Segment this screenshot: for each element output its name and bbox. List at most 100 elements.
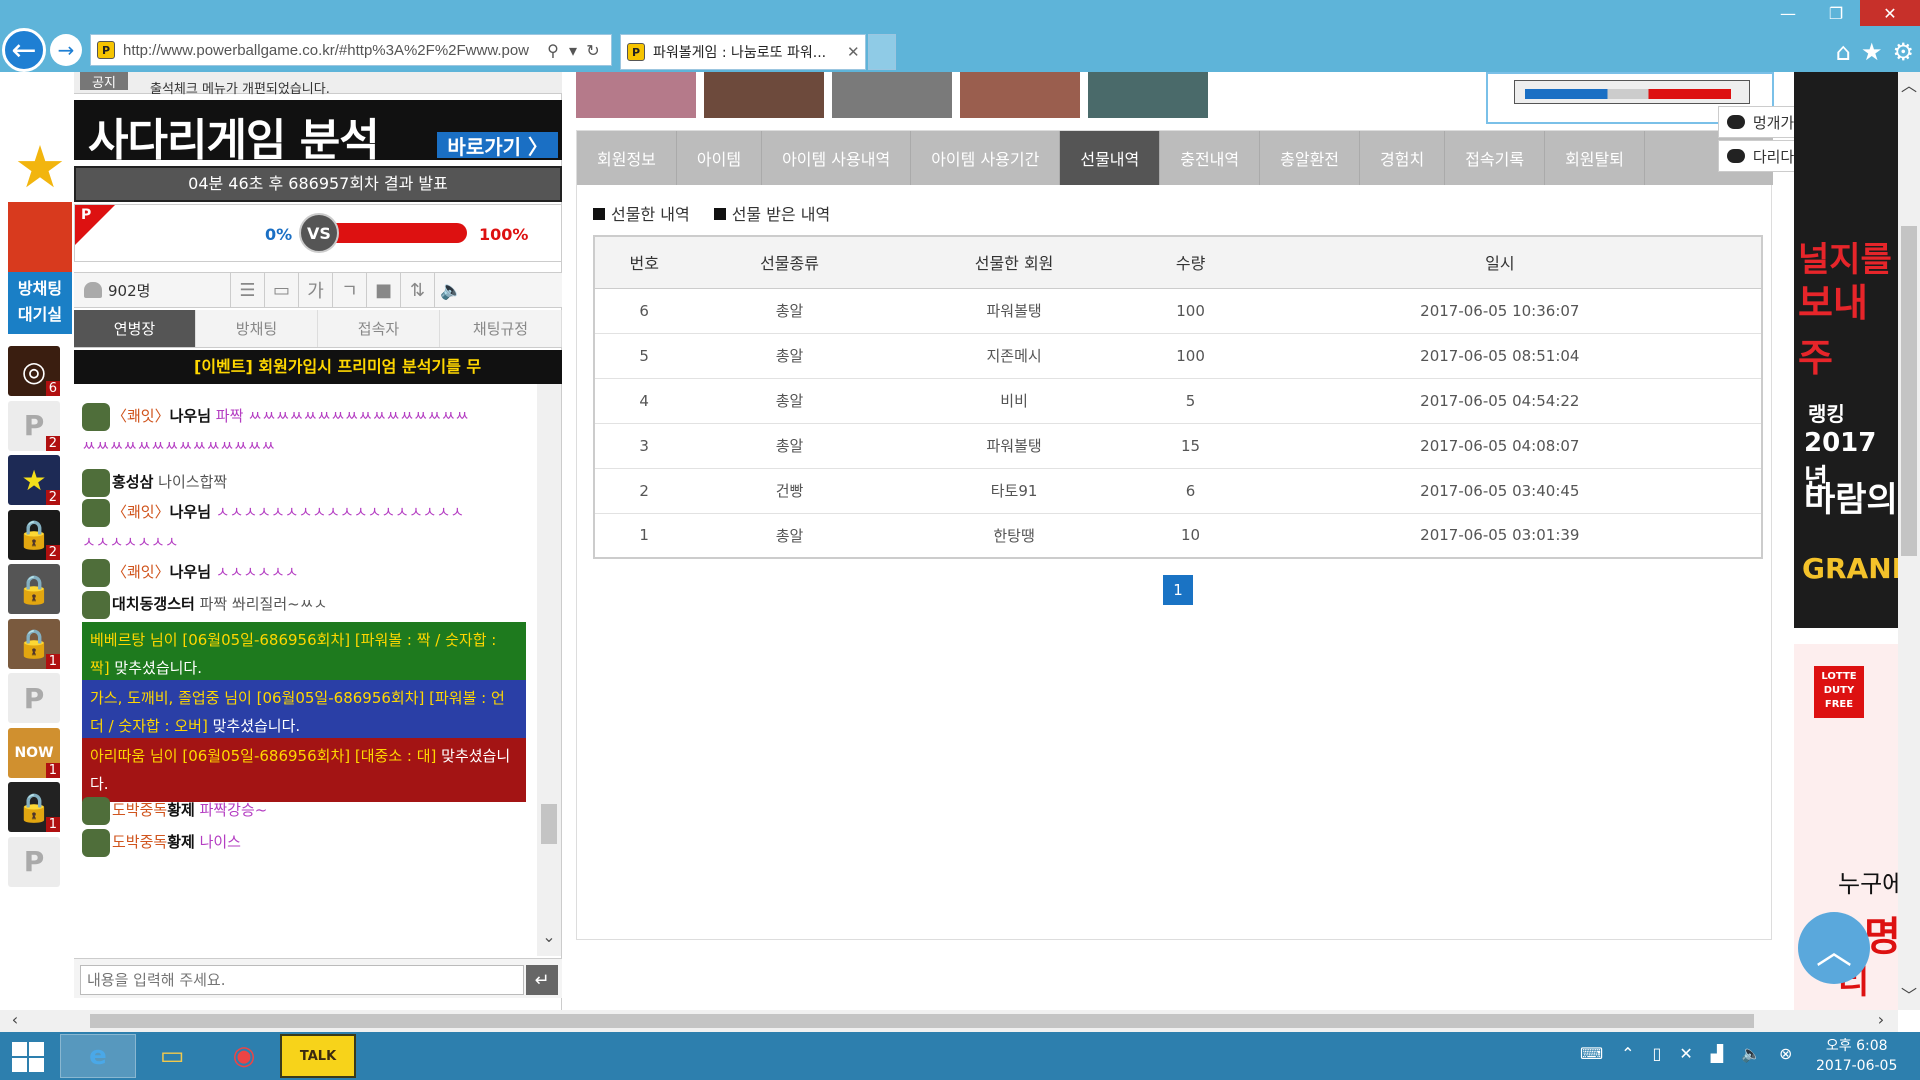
chat-nick-prefix[interactable]: 〈쾌잇〉: [112, 503, 170, 521]
chevron-down-icon[interactable]: ⌄: [537, 927, 561, 946]
font-small-icon[interactable]: ㄱ: [332, 273, 366, 307]
forward-button[interactable]: →: [50, 34, 82, 66]
browser-tab[interactable]: P 파워볼게임 : 나눔로또 파워... ✕: [620, 34, 866, 70]
page-vertical-scrollbar[interactable]: ︿ ﹀: [1898, 72, 1920, 1010]
page-scroll-thumb[interactable]: [1901, 226, 1917, 556]
network-error-icon[interactable]: ✕: [1679, 1044, 1692, 1063]
room-avatar[interactable]: ★ 2: [8, 455, 60, 505]
maximize-button[interactable]: ❐: [1812, 0, 1860, 26]
chat-username[interactable]: 황제: [167, 833, 195, 851]
h-scroll-thumb[interactable]: [90, 1014, 1754, 1028]
room-avatar[interactable]: 🔒 2: [8, 509, 60, 560]
chat-username[interactable]: 대치동갱스터: [112, 595, 195, 613]
member-tab-3[interactable]: 아이템 사용기간: [911, 131, 1061, 185]
star-banner[interactable]: ★: [8, 132, 72, 274]
url-text[interactable]: http://www.powerballgame.co.kr/#http%3A%…: [123, 42, 543, 59]
room-avatar[interactable]: P2: [8, 400, 60, 451]
chevron-left-icon[interactable]: ‹: [4, 1010, 26, 1029]
scroll-to-top-button[interactable]: ︿: [1798, 912, 1870, 984]
box-icon[interactable]: ■: [366, 273, 400, 307]
chat-scrollbar[interactable]: ⌄: [537, 384, 561, 956]
user-avatar-icon[interactable]: [82, 558, 110, 587]
user-avatar-icon[interactable]: [82, 828, 110, 857]
member-tab-9[interactable]: 회원탈퇴: [1545, 131, 1645, 185]
event-ticker[interactable]: [이벤트] 회원가입시 프리미엄 분석기를 무: [74, 350, 562, 384]
send-enter-icon[interactable]: ↵: [526, 965, 558, 995]
member-tab-4[interactable]: 선물내역: [1060, 131, 1161, 185]
gift-sent-link[interactable]: 선물한 내역: [593, 201, 690, 225]
room-avatar[interactable]: 🔒: [8, 564, 60, 614]
explorer-icon[interactable]: ▭: [134, 1034, 210, 1078]
minimize-button[interactable]: —: [1764, 0, 1812, 26]
address-bar[interactable]: P http://www.powerballgame.co.kr/#http%3…: [90, 34, 612, 66]
bangchat-wait-button[interactable]: 방채팅 대기실: [8, 272, 72, 334]
font-large-icon[interactable]: 가: [298, 273, 332, 307]
settings-gear-icon[interactable]: ⚙: [1892, 38, 1914, 66]
keyboard-icon[interactable]: ⌨: [1580, 1044, 1603, 1063]
room-avatar[interactable]: P: [8, 673, 60, 723]
chevron-down-icon[interactable]: ﹀: [1898, 982, 1920, 1006]
chat-username[interactable]: 홍성삼: [112, 473, 153, 491]
chat-username[interactable]: 나우님: [170, 563, 211, 581]
refresh-icon[interactable]: ↻: [583, 41, 603, 60]
notice-text[interactable]: 출석체크 메뉴가 개편되었습니다.: [150, 78, 330, 97]
member-tab-1[interactable]: 아이템: [677, 131, 763, 185]
tray-expand-icon[interactable]: ⌃: [1621, 1044, 1634, 1063]
member-tab-2[interactable]: 아이템 사용내역: [762, 131, 912, 185]
new-tab-button[interactable]: [868, 34, 896, 70]
room-avatar[interactable]: 🔒 1: [8, 782, 60, 832]
chrome-icon[interactable]: ◉: [206, 1034, 282, 1078]
member-tab-8[interactable]: 접속기록: [1445, 131, 1546, 185]
popup-window-icon[interactable]: ▭: [264, 273, 298, 307]
gift-received-link[interactable]: 선물 받은 내역: [713, 201, 830, 225]
chat-nick-prefix[interactable]: 〈쾌잇〉: [112, 407, 170, 425]
member-tab-0[interactable]: 회원정보: [577, 131, 677, 185]
back-button[interactable]: ←: [2, 28, 46, 72]
chat-username[interactable]: 나우님: [170, 503, 211, 521]
chat-nick-prefix[interactable]: 도박중독: [112, 833, 167, 851]
chat-tab-0[interactable]: 연병장: [74, 310, 196, 347]
windows-start-icon[interactable]: [12, 1042, 44, 1072]
chat-tab-1[interactable]: 방채팅: [196, 310, 318, 347]
thumbnail-image[interactable]: [960, 72, 1080, 118]
favorites-star-icon[interactable]: ★: [1861, 38, 1883, 66]
side-ad-game[interactable]: 널지를 보내주 랭킹 2017년 바람의 GRAND: [1794, 72, 1915, 628]
member-tab-5[interactable]: 충전내역: [1160, 131, 1261, 185]
sound-icon[interactable]: 🔈: [434, 273, 468, 307]
chat-tab-2[interactable]: 접속자: [318, 310, 440, 347]
room-avatar[interactable]: ◎ 6: [8, 346, 60, 396]
room-avatar[interactable]: 🔒 1: [8, 618, 60, 669]
thumbnail-image[interactable]: [832, 72, 952, 118]
list-toggle-icon[interactable]: ☰: [230, 273, 264, 307]
search-icon[interactable]: ⚲: [543, 41, 563, 60]
thumbnail-image[interactable]: [576, 72, 696, 118]
volume-icon[interactable]: 🔈: [1741, 1044, 1761, 1063]
tab-close-icon[interactable]: ✕: [847, 43, 860, 61]
device-icon[interactable]: ▯: [1653, 1044, 1662, 1063]
chat-username[interactable]: 황제: [167, 801, 195, 819]
signal-icon[interactable]: ▟: [1711, 1044, 1723, 1063]
member-tab-7[interactable]: 경험치: [1360, 131, 1446, 185]
chevron-right-icon[interactable]: ›: [1870, 1010, 1892, 1029]
dropdown-icon[interactable]: ▾: [563, 41, 583, 60]
home-icon[interactable]: ⌂: [1836, 38, 1851, 66]
ladder-analysis-banner[interactable]: 사다리게임 분석 바로가기 〉: [74, 100, 562, 166]
user-avatar-icon[interactable]: [82, 796, 110, 825]
user-avatar-icon[interactable]: [82, 498, 110, 527]
chat-username[interactable]: 나우님: [170, 407, 211, 425]
banner-goto-button[interactable]: 바로가기 〉: [437, 132, 558, 159]
taskbar-clock[interactable]: 오후 6:08 2017-06-05: [1816, 1036, 1897, 1076]
close-window-button[interactable]: ✕: [1860, 0, 1920, 26]
sort-icon[interactable]: ⇅: [400, 273, 434, 307]
chevron-up-icon[interactable]: ︿: [1898, 72, 1920, 96]
room-avatar[interactable]: P: [8, 836, 60, 887]
chat-nick-prefix[interactable]: 〈쾌잇〉: [112, 563, 170, 581]
kakaotalk-icon[interactable]: TALK: [280, 1034, 356, 1078]
chat-nick-prefix[interactable]: 도박중독: [112, 801, 167, 819]
chat-tab-3[interactable]: 채팅규정: [440, 310, 562, 347]
notification-icon[interactable]: ⊗: [1779, 1044, 1792, 1063]
page-button[interactable]: 1: [1163, 575, 1193, 605]
member-tab-6[interactable]: 총알환전: [1260, 131, 1361, 185]
thumbnail-image[interactable]: [1088, 72, 1208, 118]
user-avatar-icon[interactable]: [82, 590, 110, 619]
